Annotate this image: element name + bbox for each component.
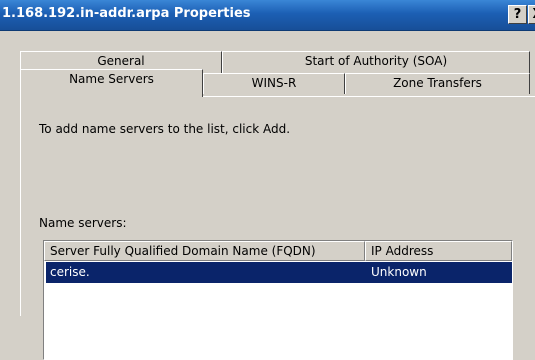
- column-header-ip-address[interactable]: IP Address: [365, 241, 512, 261]
- tab-start-of-authority[interactable]: Start of Authority (SOA): [222, 51, 530, 73]
- name-servers-label: Name servers:: [39, 216, 127, 230]
- name-servers-panel: To add name servers to the list, click A…: [20, 96, 535, 360]
- tab-zone-transfers[interactable]: Zone Transfers: [345, 73, 530, 94]
- help-button[interactable]: ?: [508, 5, 527, 24]
- tab-name-servers[interactable]: Name Servers: [20, 69, 203, 97]
- tab-wins-r[interactable]: WINS-R: [203, 73, 345, 94]
- column-header-fqdn[interactable]: Server Fully Qualified Domain Name (FQDN…: [44, 241, 365, 261]
- instructions-text: To add name servers to the list, click A…: [39, 122, 291, 136]
- title-bar[interactable]: 1.168.192.in-addr.arpa Properties ? X: [0, 0, 535, 31]
- window-title: 1.168.192.in-addr.arpa Properties: [2, 6, 251, 21]
- row-fqdn-cell: cerise.: [50, 265, 90, 279]
- dialog-body: General Start of Authority (SOA) WINS-R …: [0, 31, 535, 360]
- table-row[interactable]: cerise. Unknown: [46, 262, 512, 283]
- row-ip-cell: Unknown: [371, 265, 427, 279]
- close-button[interactable]: X: [528, 5, 535, 24]
- name-servers-list[interactable]: Server Fully Qualified Domain Name (FQDN…: [43, 240, 513, 360]
